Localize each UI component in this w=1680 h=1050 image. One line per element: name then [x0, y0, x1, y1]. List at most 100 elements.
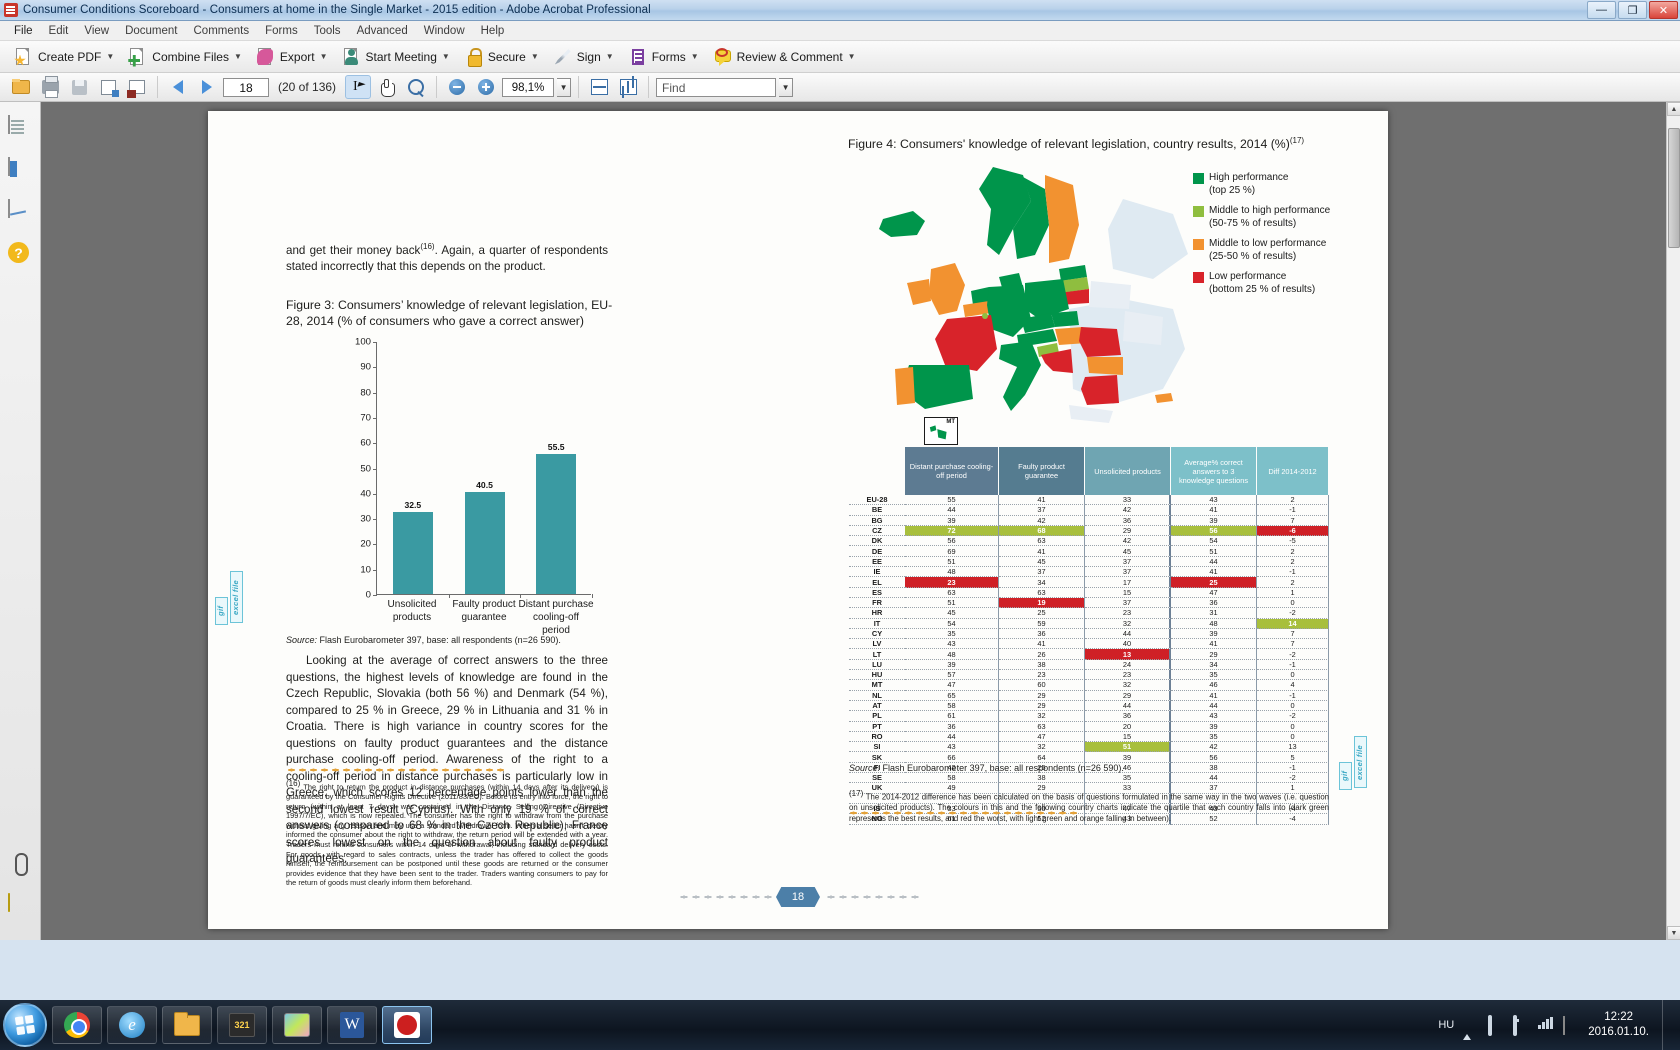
- open-button[interactable]: [8, 75, 34, 99]
- email-button[interactable]: [124, 75, 150, 99]
- gif-tab-right[interactable]: gif: [1339, 762, 1352, 790]
- menu-tools[interactable]: Tools: [306, 23, 349, 39]
- table-row[interactable]: HR 45 25 23 31 -2: [849, 608, 1329, 619]
- table-row[interactable]: DE 69 41 45 51 2: [849, 546, 1329, 557]
- table-row[interactable]: ES 63 63 15 47 1: [849, 587, 1329, 598]
- menu-view[interactable]: View: [76, 23, 117, 39]
- taskbar-item-total-commander[interactable]: 321: [217, 1006, 267, 1044]
- taskbar-item-acrobat[interactable]: [382, 1006, 432, 1044]
- menu-comments[interactable]: Comments: [186, 23, 258, 39]
- europe-choropleth-map[interactable]: [873, 159, 1193, 429]
- fit-page-button[interactable]: [615, 75, 641, 99]
- attachments-button[interactable]: [8, 852, 32, 876]
- table-row[interactable]: FR 51 19 37 36 0: [849, 597, 1329, 609]
- table-row[interactable]: CY 35 36 44 39 7: [849, 628, 1329, 640]
- table-row[interactable]: LT 48 26 13 29 -2: [849, 649, 1329, 660]
- table-row[interactable]: EL 23 34 17 25 2: [849, 577, 1329, 588]
- fit-width-button[interactable]: [586, 75, 612, 99]
- battery-icon[interactable]: [1513, 1015, 1529, 1036]
- network-icon[interactable]: [1538, 1017, 1554, 1033]
- table-row[interactable]: MT 47 60 32 46 4: [849, 680, 1329, 691]
- marquee-zoom-button[interactable]: [403, 75, 429, 99]
- taskbar-item-paint[interactable]: [272, 1006, 322, 1044]
- table-row[interactable]: LV 43 41 40 41 7: [849, 639, 1329, 650]
- minimize-button[interactable]: —: [1587, 1, 1616, 19]
- table-row[interactable]: BE 44 37 42 41 -1: [849, 505, 1329, 516]
- page-number-input[interactable]: 18: [223, 77, 269, 97]
- table-row[interactable]: SI 43 32 51 42 13: [849, 742, 1329, 753]
- find-dropdown-arrow-icon[interactable]: ▼: [779, 77, 794, 97]
- gif-tab-left[interactable]: gif: [215, 597, 228, 625]
- table-row[interactable]: EE 51 45 37 44 2: [849, 556, 1329, 568]
- menu-edit[interactable]: Edit: [41, 23, 77, 39]
- volume-icon[interactable]: [1563, 1016, 1579, 1035]
- taskbar-item-internet-explorer[interactable]: e: [107, 1006, 157, 1044]
- table-row[interactable]: CZ 72 68 29 56 -6: [849, 525, 1329, 537]
- menu-forms[interactable]: Forms: [257, 23, 306, 39]
- secure-button[interactable]: Secure ▼: [458, 45, 545, 69]
- zoom-out-button[interactable]: [444, 75, 470, 99]
- print-button[interactable]: [37, 75, 63, 99]
- table-row[interactable]: PL 61 32 36 43 -2: [849, 711, 1329, 722]
- document-viewport[interactable]: and get their money back(16). Again, a q…: [41, 102, 1666, 940]
- start-meeting-button[interactable]: Start Meeting ▼: [336, 45, 456, 69]
- show-hidden-icons-button[interactable]: [1463, 1017, 1479, 1040]
- footnote-ref-16[interactable]: (16): [420, 242, 434, 251]
- menu-help[interactable]: Help: [473, 23, 513, 39]
- taskbar-item-chrome[interactable]: [52, 1006, 102, 1044]
- page-thumbnails-button[interactable]: [8, 115, 32, 140]
- show-desktop-button[interactable]: [1662, 1000, 1670, 1050]
- table-row[interactable]: NL 65 29 29 41 -1: [849, 690, 1329, 701]
- action-center-icon[interactable]: [1488, 1015, 1504, 1036]
- signatures-button[interactable]: [8, 199, 32, 224]
- previous-page-button[interactable]: [165, 75, 191, 99]
- table-row[interactable]: AT 58 29 44 44 0: [849, 700, 1329, 712]
- taskbar-item-file-explorer[interactable]: [162, 1006, 212, 1044]
- combine-files-button[interactable]: Combine Files ▼: [122, 45, 248, 69]
- select-tool-button[interactable]: [345, 75, 372, 99]
- page-setup-button[interactable]: [95, 75, 121, 99]
- input-language-indicator[interactable]: HU: [1438, 1019, 1454, 1031]
- scrollbar-thumb[interactable]: [1668, 128, 1680, 248]
- start-button[interactable]: [3, 1003, 47, 1047]
- menu-document[interactable]: Document: [117, 23, 185, 39]
- forms-button[interactable]: Forms ▼: [622, 45, 705, 69]
- menu-advanced[interactable]: Advanced: [349, 23, 416, 39]
- next-page-button[interactable]: [194, 75, 220, 99]
- save-button[interactable]: [66, 75, 92, 99]
- scroll-down-arrow-icon[interactable]: ▼: [1667, 926, 1680, 940]
- table-row[interactable]: PT 36 63 20 39 0: [849, 721, 1329, 732]
- review-comment-button[interactable]: Review & Comment ▼: [707, 45, 862, 69]
- excel-file-tab-right[interactable]: excel file: [1354, 736, 1367, 788]
- table-row[interactable]: EU-28 55 41 33 43 2: [849, 495, 1329, 506]
- maximize-button[interactable]: ❐: [1618, 1, 1647, 19]
- table-row[interactable]: SE 58 38 35 44 -2: [849, 773, 1329, 784]
- table-row[interactable]: IT 54 59 32 48 14: [849, 618, 1329, 629]
- how-to-help-button[interactable]: ?: [8, 242, 32, 266]
- find-input[interactable]: Find: [656, 77, 777, 97]
- comments-button[interactable]: [8, 893, 32, 918]
- zoom-level-input[interactable]: 98,1%: [502, 77, 555, 97]
- footnote-ref-17[interactable]: (17): [1290, 136, 1304, 145]
- table-row[interactable]: DK 56 63 42 54 -5: [849, 536, 1329, 547]
- close-button[interactable]: ✕: [1649, 1, 1678, 19]
- bookmarks-button[interactable]: [8, 157, 32, 182]
- table-row[interactable]: LU 39 38 24 34 -1: [849, 659, 1329, 671]
- vertical-scrollbar[interactable]: ▲ ▼: [1666, 102, 1680, 940]
- table-row[interactable]: RO 44 47 15 35 0: [849, 731, 1329, 743]
- clock[interactable]: 12:22 2016.01.10.: [1588, 1010, 1649, 1040]
- zoom-dropdown-arrow-icon[interactable]: ▼: [557, 77, 572, 97]
- table-row[interactable]: BG 39 42 36 39 7: [849, 515, 1329, 526]
- zoom-in-button[interactable]: [473, 75, 499, 99]
- hand-tool-button[interactable]: [374, 75, 400, 99]
- table-row[interactable]: HU 57 23 23 35 0: [849, 670, 1329, 681]
- table-row[interactable]: IE 48 37 37 41 -1: [849, 567, 1329, 578]
- scroll-up-arrow-icon[interactable]: ▲: [1667, 102, 1680, 116]
- excel-file-tab-left[interactable]: excel file: [230, 571, 243, 623]
- menu-window[interactable]: Window: [416, 23, 473, 39]
- table-row[interactable]: SK 66 64 39 56 5: [849, 752, 1329, 763]
- create-pdf-button[interactable]: Create PDF ▼: [8, 45, 120, 69]
- export-button[interactable]: Export ▼: [250, 45, 334, 69]
- taskbar-item-word[interactable]: W: [327, 1006, 377, 1044]
- sign-button[interactable]: Sign ▼: [547, 45, 620, 69]
